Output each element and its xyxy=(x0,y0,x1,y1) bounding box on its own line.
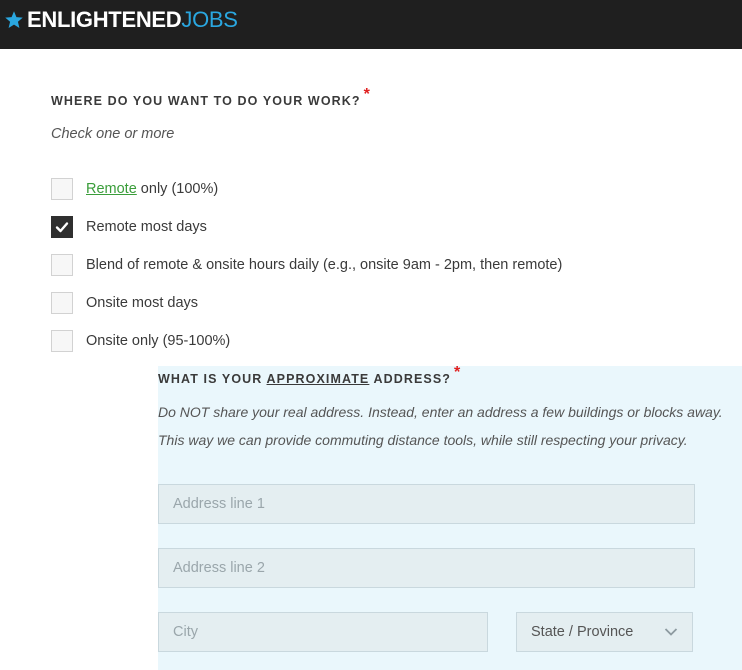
work-location-question-title: WHERE DO YOU WANT TO DO YOUR WORK? * xyxy=(51,86,371,110)
work-question-hint: Check one or more xyxy=(51,126,175,142)
chevron-down-icon xyxy=(664,628,678,636)
required-asterisk: * xyxy=(454,364,462,381)
approximate-emphasis: APPROXIMATE xyxy=(266,372,370,386)
option-onsite-most-days[interactable]: Onsite most days xyxy=(51,291,198,315)
address-line-2-input[interactable]: Address line 2 xyxy=(158,548,695,588)
state-province-select[interactable]: State / Province xyxy=(516,612,693,652)
checkbox-remote-only[interactable] xyxy=(51,178,73,200)
address-hint-line-2: This way we can provide commuting distan… xyxy=(158,432,688,448)
city-input[interactable]: City xyxy=(158,612,488,652)
logo-text-jobs: JOBS xyxy=(181,7,238,32)
enlightened-jobs-logo[interactable]: ENLIGHTENED JOBS xyxy=(4,6,238,34)
option-label: Onsite only (95-100%) xyxy=(86,333,231,349)
option-label: Remote most days xyxy=(86,219,207,235)
checkbox-remote-most-days[interactable] xyxy=(51,216,73,238)
address-line-1-input[interactable]: Address line 1 xyxy=(158,484,695,524)
option-remote-only[interactable]: Remote only (100%) xyxy=(51,177,218,201)
option-blend[interactable]: Blend of remote & onsite hours daily (e.… xyxy=(51,253,562,277)
address-question-title: WHAT IS YOUR APPROXIMATE ADDRESS? * xyxy=(158,364,462,386)
star-icon xyxy=(5,11,23,28)
option-label: Blend of remote & onsite hours daily (e.… xyxy=(86,257,563,273)
address-hint-line-1: Do NOT share your real address. Instead,… xyxy=(158,404,723,420)
checkbox-blend[interactable] xyxy=(51,254,73,276)
top-bar: ENLIGHTENED JOBS xyxy=(0,0,742,49)
state-select-value: State / Province xyxy=(531,624,634,640)
checkbox-onsite-only[interactable] xyxy=(51,330,73,352)
work-question-text: WHERE DO YOU WANT TO DO YOUR WORK? xyxy=(51,94,361,108)
checkmark-icon xyxy=(55,222,69,233)
option-remote-most-days[interactable]: Remote most days xyxy=(51,215,207,239)
checkbox-onsite-most-days[interactable] xyxy=(51,292,73,314)
option-label: Onsite most days xyxy=(86,295,199,311)
remote-link[interactable]: Remote xyxy=(86,181,137,197)
logo-text-enlightened: ENLIGHTENED xyxy=(27,7,182,32)
required-asterisk: * xyxy=(363,86,371,103)
option-label: Remote only (100%) xyxy=(86,181,219,197)
option-onsite-only[interactable]: Onsite only (95-100%) xyxy=(51,329,230,353)
